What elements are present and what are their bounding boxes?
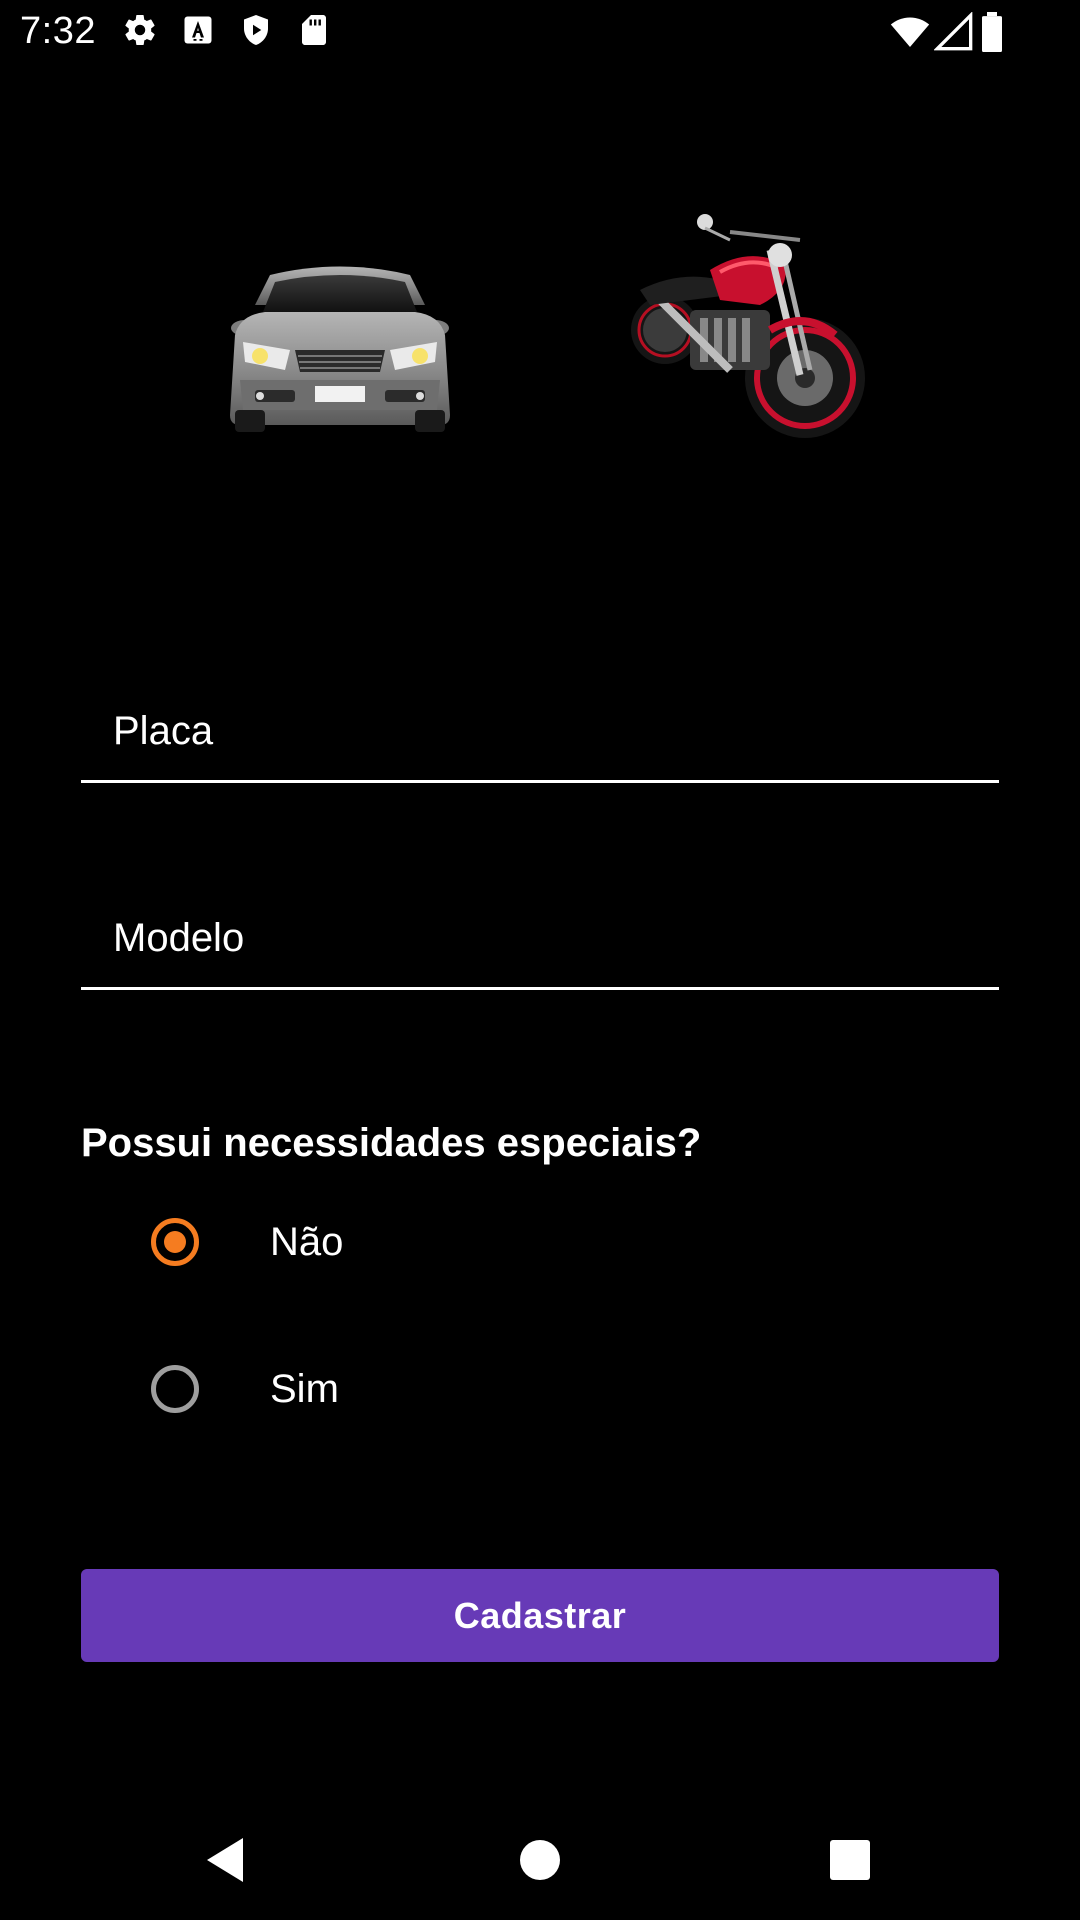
back-icon[interactable] <box>195 1830 255 1890</box>
radio-option-sim[interactable]: Sim <box>140 1339 900 1439</box>
special-needs-question: Possui necessidades especiais? <box>81 1121 702 1165</box>
wifi-icon <box>890 12 930 52</box>
radio-label-sim: Sim <box>270 1367 339 1411</box>
status-bar: 7:32 <box>0 0 1080 63</box>
radio-option-nao[interactable]: Não <box>140 1192 900 1292</box>
font-a-icon <box>180 12 216 48</box>
recents-icon[interactable] <box>820 1830 880 1890</box>
placa-field[interactable] <box>81 683 999 783</box>
battery-icon <box>980 12 1012 52</box>
status-time: 7:32 <box>20 10 96 52</box>
sd-card-icon <box>296 12 332 48</box>
placa-input[interactable] <box>113 701 973 761</box>
modelo-input[interactable] <box>113 908 973 968</box>
cadastrar-button[interactable]: Cadastrar <box>81 1569 999 1662</box>
radio-unchecked-icon[interactable] <box>151 1365 199 1413</box>
shield-play-icon <box>238 12 274 48</box>
modelo-field[interactable] <box>81 890 999 990</box>
cell-signal-icon <box>934 12 974 52</box>
radio-checked-icon[interactable] <box>151 1218 199 1266</box>
radio-label-nao: Não <box>270 1220 344 1264</box>
home-icon[interactable] <box>510 1830 570 1890</box>
settings-icon <box>122 12 158 48</box>
motorcycle-image[interactable] <box>620 210 880 455</box>
car-image[interactable] <box>215 250 465 440</box>
